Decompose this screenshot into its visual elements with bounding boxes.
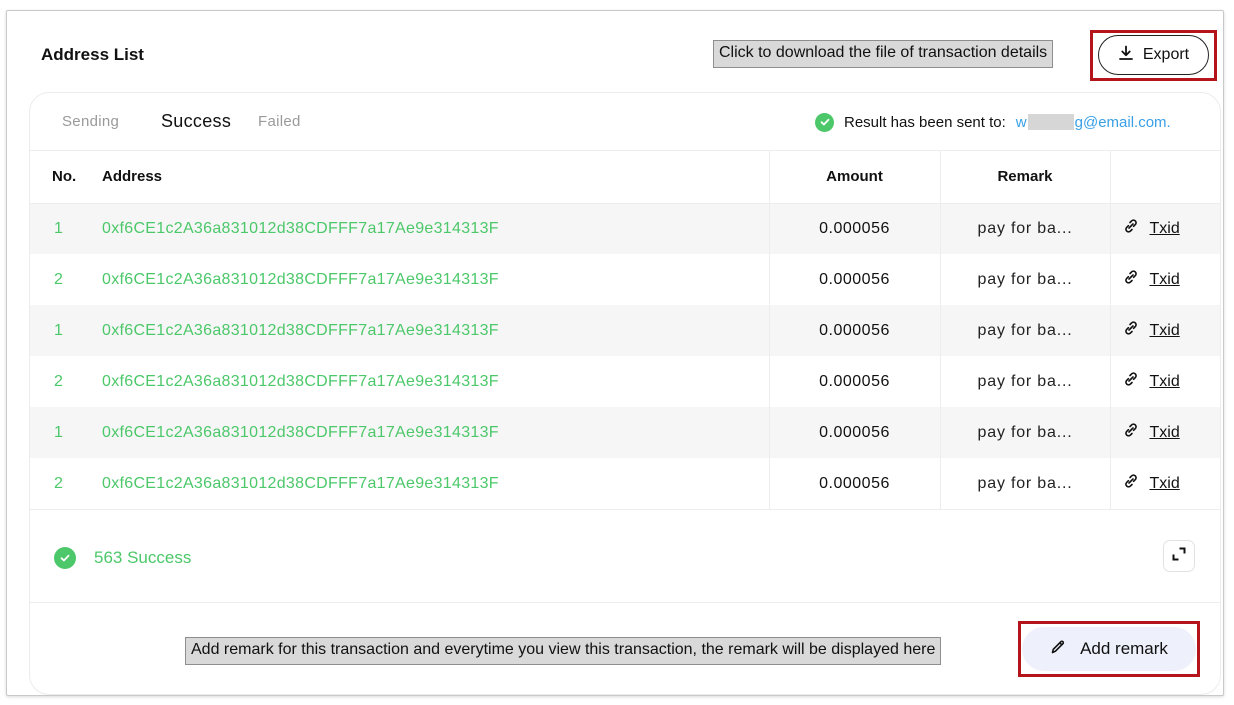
row-number: 1 <box>30 203 102 254</box>
row-amount: 0.000056 <box>768 203 940 254</box>
row-address: 0xf6CE1c2A36a831012d38CDFFF7a17Ae9e31431… <box>102 305 769 356</box>
row-address: 0xf6CE1c2A36a831012d38CDFFF7a17Ae9e31431… <box>102 203 769 254</box>
link-icon <box>1123 473 1139 494</box>
row-link-cell: Txid <box>1109 356 1220 407</box>
success-count-text: 563 Success <box>94 548 192 567</box>
row-link-cell: Txid <box>1109 458 1220 509</box>
row-remark: pay for ba... <box>939 254 1110 305</box>
row-address: 0xf6CE1c2A36a831012d38CDFFF7a17Ae9e31431… <box>102 270 499 288</box>
row-number: 1 <box>30 407 102 458</box>
table-row: 2 0xf6CE1c2A36a831012d38CDFFF7a17Ae9e314… <box>30 356 1220 407</box>
table-row: 2 0xf6CE1c2A36a831012d38CDFFF7a17Ae9e314… <box>30 254 1220 305</box>
txid-link[interactable]: Txid <box>1123 473 1180 494</box>
row-address: 0xf6CE1c2A36a831012d38CDFFF7a17Ae9e31431… <box>102 372 499 390</box>
check-circle-icon <box>54 547 76 569</box>
row-remark: pay for ba... <box>939 407 1110 458</box>
status-tabs: Sending Success Failed Result has been s… <box>30 93 1220 151</box>
txid-label: Txid <box>1149 372 1180 390</box>
success-count: 563 Success <box>54 547 191 569</box>
link-icon <box>1123 371 1139 392</box>
link-icon <box>1123 320 1139 341</box>
row-link-cell: Txid <box>1109 305 1220 356</box>
row-remark: pay for ba... <box>939 458 1110 509</box>
txid-link[interactable]: Txid <box>1123 320 1180 341</box>
export-button[interactable]: Export <box>1098 35 1209 75</box>
column-header-no: No. <box>30 151 102 204</box>
address-table: No. Address Amount Remark 1 0xf6CE1c2A36… <box>30 151 1220 509</box>
txid-label: Txid <box>1149 321 1180 339</box>
table-row: 1 0xf6CE1c2A36a831012d38CDFFF7a17Ae9e314… <box>30 203 1220 254</box>
column-header-remark: Remark <box>939 151 1110 204</box>
txid-label: Txid <box>1149 219 1180 237</box>
check-circle-icon <box>815 112 834 132</box>
email-prefix: w <box>1015 113 1027 131</box>
remark-tooltip: Add remark for this transaction and ever… <box>185 637 942 665</box>
row-amount: 0.000056 <box>768 254 940 305</box>
row-address: 0xf6CE1c2A36a831012d38CDFFF7a17Ae9e31431… <box>102 407 769 458</box>
pencil-icon <box>1050 639 1066 660</box>
link-icon <box>1123 269 1139 290</box>
export-button-label: Export <box>1142 46 1190 63</box>
row-address: 0xf6CE1c2A36a831012d38CDFFF7a17Ae9e31431… <box>102 474 499 492</box>
column-header-amount: Amount <box>768 151 940 204</box>
txid-link[interactable]: Txid <box>1123 371 1180 392</box>
txid-link[interactable]: Txid <box>1123 422 1180 443</box>
row-number: 2 <box>54 270 63 288</box>
tab-success[interactable]: Success <box>161 111 231 132</box>
column-header-link <box>1109 151 1220 204</box>
txid-label: Txid <box>1149 270 1180 288</box>
page-title: Address List <box>41 45 144 64</box>
table-header-row: No. Address Amount Remark <box>30 151 1220 204</box>
result-sent-text: Result has been sent to: <box>844 113 1006 131</box>
txid-link[interactable]: Txid <box>1123 218 1180 239</box>
table-row: 1 0xf6CE1c2A36a831012d38CDFFF7a17Ae9e314… <box>30 407 1220 458</box>
add-remark-label: Add remark <box>1080 639 1168 658</box>
row-amount: 0.000056 <box>768 458 940 509</box>
download-icon <box>1118 45 1134 66</box>
summary-bar: 563 Success <box>30 509 1220 603</box>
table-row: 2 0xf6CE1c2A36a831012d38CDFFF7a17Ae9e314… <box>30 458 1220 509</box>
tab-sending[interactable]: Sending <box>62 113 119 130</box>
link-icon <box>1123 218 1139 239</box>
row-number: 2 <box>54 372 63 390</box>
column-header-address: Address <box>102 151 769 204</box>
expand-button[interactable] <box>1163 540 1195 572</box>
add-remark-button[interactable]: Add remark <box>1022 627 1196 671</box>
txid-link[interactable]: Txid <box>1123 269 1180 290</box>
email-suffix: g@email.com. <box>1074 113 1171 131</box>
row-remark: pay for ba... <box>939 305 1110 356</box>
tab-failed[interactable]: Failed <box>258 113 301 130</box>
table-row: 1 0xf6CE1c2A36a831012d38CDFFF7a17Ae9e314… <box>30 305 1220 356</box>
txid-label: Txid <box>1149 423 1180 441</box>
link-icon <box>1123 422 1139 443</box>
row-amount: 0.000056 <box>768 407 940 458</box>
txid-label: Txid <box>1149 474 1180 492</box>
row-link-cell: Txid <box>1109 407 1220 458</box>
row-amount: 0.000056 <box>768 356 940 407</box>
row-number: 1 <box>30 305 102 356</box>
expand-icon <box>1171 546 1187 567</box>
row-remark: pay for ba... <box>939 356 1110 407</box>
row-amount: 0.000056 <box>768 305 940 356</box>
export-tooltip: Click to download the file of transactio… <box>713 40 1054 68</box>
row-remark: pay for ba... <box>939 203 1110 254</box>
row-link-cell: Txid <box>1109 254 1220 305</box>
row-link-cell: Txid <box>1109 203 1220 254</box>
result-sent-note: Result has been sent to: w g@email.com. <box>815 111 1171 133</box>
row-number: 2 <box>54 474 63 492</box>
address-list-card: Sending Success Failed Result has been s… <box>29 92 1221 695</box>
result-email[interactable]: w g@email.com. <box>1016 114 1171 131</box>
email-redaction <box>1027 114 1074 130</box>
